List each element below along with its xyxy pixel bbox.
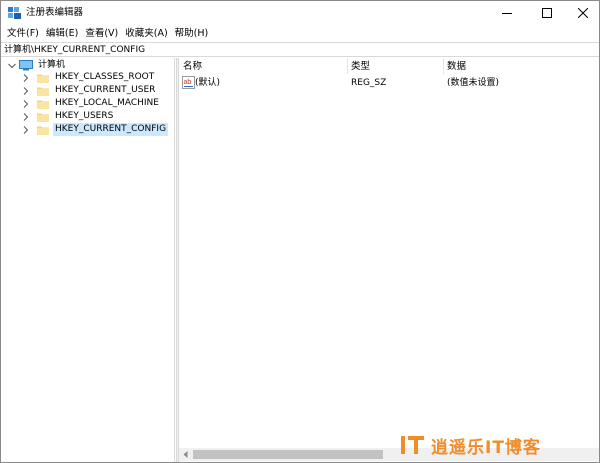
value-name: (默认) xyxy=(195,78,221,88)
minimize-button[interactable] xyxy=(487,1,527,25)
tree-item-hkey-current-config[interactable]: HKEY_CURRENT_CONFIG xyxy=(21,123,169,136)
column-divider[interactable] xyxy=(443,58,444,74)
watermark-logo-icon xyxy=(399,433,427,457)
tree-item-hkey-current-user[interactable]: HKEY_CURRENT_USER xyxy=(21,84,157,97)
registry-editor-window: 注册表编辑器 文件(F) 编辑(E) 查看(V) 收藏夹(A) 帮助(H) 计算… xyxy=(0,0,600,463)
folder-icon xyxy=(37,125,49,135)
column-header-name[interactable]: 名称 xyxy=(183,61,202,73)
tree-item-hkey-classes-root[interactable]: HKEY_CLASSES_ROOT xyxy=(21,71,156,84)
chevron-right-icon[interactable] xyxy=(21,99,31,109)
minimize-icon xyxy=(502,13,512,14)
tree-item-hkey-users[interactable]: HKEY_USERS xyxy=(21,110,115,123)
value-type: REG_SZ xyxy=(351,78,387,88)
column-header-data[interactable]: 数据 xyxy=(447,61,466,73)
scroll-left-icon[interactable] xyxy=(179,448,192,461)
chevron-right-icon[interactable] xyxy=(21,86,31,96)
menu-bar: 文件(F) 编辑(E) 查看(V) 收藏夹(A) 帮助(H) xyxy=(1,25,599,42)
address-bar[interactable]: 计算机\HKEY_CURRENT_CONFIG xyxy=(1,42,599,57)
scrollbar-thumb[interactable] xyxy=(193,450,383,459)
list-item[interactable]: ab (默认) REG_SZ (数值未设置) xyxy=(179,76,599,90)
address-path[interactable]: 计算机\HKEY_CURRENT_CONFIG xyxy=(4,44,145,56)
tree-label: HKEY_LOCAL_MACHINE xyxy=(55,98,159,108)
folder-icon xyxy=(37,86,49,96)
menu-file[interactable]: 文件(F) xyxy=(5,26,44,41)
tree-label-selected: HKEY_CURRENT_CONFIG xyxy=(53,123,169,136)
title-bar[interactable]: 注册表编辑器 xyxy=(1,1,599,25)
svg-text:ab: ab xyxy=(184,79,192,86)
tree-item-hkey-local-machine[interactable]: HKEY_LOCAL_MACHINE xyxy=(21,97,161,110)
menu-favorites[interactable]: 收藏夹(A) xyxy=(123,26,172,41)
column-divider[interactable] xyxy=(347,58,348,74)
maximize-icon xyxy=(542,8,552,18)
folder-icon xyxy=(37,99,49,109)
close-icon xyxy=(578,8,588,18)
menu-help[interactable]: 帮助(H) xyxy=(173,26,214,41)
watermark-text: 逍遥乐IT博客 xyxy=(431,437,541,458)
tree-label: HKEY_USERS xyxy=(55,111,114,121)
chevron-right-icon[interactable] xyxy=(21,125,31,135)
chevron-right-icon[interactable] xyxy=(21,112,31,122)
tree-label: HKEY_CLASSES_ROOT xyxy=(55,72,155,82)
value-data: (数值未设置) xyxy=(447,78,500,88)
computer-icon xyxy=(19,60,33,71)
chevron-right-icon[interactable] xyxy=(21,73,31,83)
registry-editor-icon xyxy=(8,7,21,19)
string-value-icon: ab xyxy=(182,76,195,89)
menu-view[interactable]: 查看(V) xyxy=(83,26,123,41)
close-button[interactable] xyxy=(563,1,600,25)
chevron-down-icon[interactable] xyxy=(7,61,17,71)
tree-pane[interactable]: 计算机 HKEY_CLASSES_ROOT HKEY_CURRENT_USER xyxy=(1,58,175,462)
site-watermark: 逍遥乐IT博客 xyxy=(399,431,599,459)
tree-label: HKEY_CURRENT_USER xyxy=(55,85,156,95)
values-list-pane[interactable]: 名称 类型 数据 ab (默认) REG_SZ (数值未设置) xyxy=(179,58,599,462)
folder-icon xyxy=(37,112,49,122)
list-header: 名称 类型 数据 xyxy=(179,58,599,75)
menu-edit[interactable]: 编辑(E) xyxy=(44,26,83,41)
column-header-type[interactable]: 类型 xyxy=(351,61,370,73)
folder-icon xyxy=(37,73,49,83)
maximize-button[interactable] xyxy=(527,1,567,25)
window-title: 注册表编辑器 xyxy=(26,7,84,18)
